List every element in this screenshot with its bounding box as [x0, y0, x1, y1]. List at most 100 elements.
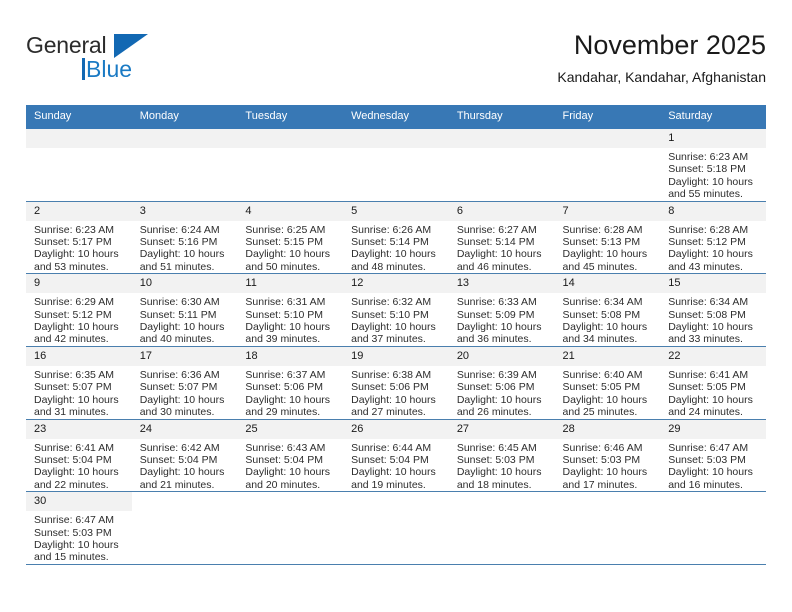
calendar-cell-inner: 24 Sunrise: 6:42 AM Sunset: 5:04 PM Dayligh…: [131, 419, 238, 492]
day-sun-info: Sunrise: 6:23 AM Sunset: 5:18 PM Daylight:…: [660, 148, 766, 201]
calendar-cell-day[interactable]: 26 Sunrise: 6:44 AM Sunset: 5:04 PM Dayligh…: [343, 418, 449, 493]
day-sun-info: Sunrise: 6:42 AM Sunset: 5:04 PM Daylight:…: [132, 439, 238, 492]
calendar-cell-day[interactable]: 30 Sunrise: 6:47 AM Sunset: 5:03 PM Dayligh…: [26, 491, 132, 565]
weekday-header-wednesday: Wednesday: [343, 105, 449, 129]
day-daylight2-text: and 29 minutes.: [245, 406, 321, 419]
day-number: 20: [448, 346, 555, 366]
calendar-cell-inner: 4 Sunrise: 6:25 AM Sunset: 5:15 PM Daylight…: [237, 201, 344, 274]
calendar-cell-day[interactable]: 5 Sunrise: 6:26 AM Sunset: 5:14 PM Daylight…: [343, 200, 449, 275]
day-daylight1-text: Daylight: 10 hours: [562, 466, 648, 479]
day-sunrise-text: Sunrise: 6:41 AM: [668, 368, 749, 381]
day-daylight2-text: and 46 minutes.: [456, 260, 532, 273]
day-number: [26, 129, 132, 148]
calendar-cell-day[interactable]: 3 Sunrise: 6:24 AM Sunset: 5:16 PM Daylight…: [131, 200, 238, 275]
day-daylight2-text: and 55 minutes.: [668, 188, 743, 201]
calendar-cell-empty: [237, 128, 344, 202]
calendar-cell-day[interactable]: 14 Sunrise: 6:34 AM Sunset: 5:08 PM Dayligh…: [554, 273, 661, 347]
calendar-cell-day[interactable]: 6 Sunrise: 6:27 AM Sunset: 5:14 PM Daylight…: [448, 200, 555, 275]
general-blue-logo[interactable]: General Blue: [26, 32, 226, 94]
calendar-cell-day[interactable]: 22 Sunrise: 6:41 AM Sunset: 5:05 PM Dayligh…: [660, 345, 766, 420]
day-sunset-text: Sunset: 5:03 PM: [34, 526, 112, 539]
day-sunrise-text: Sunrise: 6:36 AM: [139, 368, 220, 381]
calendar-cell-day[interactable]: 2 Sunrise: 6:23 AM Sunset: 5:17 PM Daylight…: [26, 200, 132, 275]
calendar-cell-day[interactable]: 17 Sunrise: 6:36 AM Sunset: 5:07 PM Dayligh…: [131, 345, 238, 420]
day-sunrise-text: Sunrise: 6:45 AM: [456, 441, 537, 454]
day-sunrise-text: Sunrise: 6:38 AM: [351, 368, 432, 381]
weekday-header-friday: Friday: [554, 105, 661, 129]
day-number: [343, 129, 449, 148]
day-number: [448, 129, 555, 148]
day-number: [660, 492, 766, 511]
calendar-cell-inner: 8 Sunrise: 6:28 AM Sunset: 5:12 PM Daylight…: [660, 201, 766, 274]
calendar-cell-day[interactable]: 20 Sunrise: 6:39 AM Sunset: 5:06 PM Dayligh…: [448, 345, 555, 420]
calendar-cell-empty: [343, 491, 449, 565]
day-number: 27: [448, 419, 555, 439]
day-daylight2-text: and 24 minutes.: [668, 406, 743, 419]
day-sunrise-text: Sunrise: 6:44 AM: [351, 441, 432, 454]
day-sun-info: Sunrise: 6:41 AM Sunset: 5:04 PM Daylight:…: [26, 439, 132, 492]
day-daylight1-text: Daylight: 10 hours: [668, 393, 753, 406]
day-sunset-text: Sunset: 5:08 PM: [668, 308, 746, 321]
calendar-cell-day[interactable]: 23 Sunrise: 6:41 AM Sunset: 5:04 PM Dayligh…: [26, 418, 132, 493]
day-daylight2-text: and 27 minutes.: [351, 406, 426, 419]
calendar-cell-day[interactable]: 9 Sunrise: 6:29 AM Sunset: 5:12 PM Daylight…: [26, 273, 132, 347]
calendar-cell-day[interactable]: 10 Sunrise: 6:30 AM Sunset: 5:11 PM Dayligh…: [131, 273, 238, 347]
day-sunrise-text: Sunrise: 6:32 AM: [351, 296, 432, 309]
day-sunrise-text: Sunrise: 6:42 AM: [139, 441, 220, 454]
day-daylight2-text: and 53 minutes.: [34, 260, 109, 273]
calendar-cell-day[interactable]: 29 Sunrise: 6:47 AM Sunset: 5:03 PM Dayligh…: [660, 418, 766, 493]
day-number: 23: [26, 419, 132, 439]
day-sun-info: Sunrise: 6:40 AM Sunset: 5:05 PM Daylight:…: [555, 366, 661, 419]
day-daylight2-text: and 43 minutes.: [668, 260, 743, 273]
calendar-cell-day[interactable]: 4 Sunrise: 6:25 AM Sunset: 5:15 PM Daylight…: [237, 200, 344, 275]
day-daylight1-text: Daylight: 10 hours: [245, 393, 331, 406]
day-number: 4: [237, 201, 344, 221]
calendar-cell-day[interactable]: 8 Sunrise: 6:28 AM Sunset: 5:12 PM Daylight…: [660, 200, 766, 275]
weekday-header-saturday: Saturday: [660, 105, 766, 129]
day-number: [343, 492, 449, 511]
calendar-cell-inner: 18 Sunrise: 6:37 AM Sunset: 5:06 PM Dayligh…: [237, 346, 344, 419]
calendar-cell-inner: [660, 492, 766, 564]
calendar-cell-day[interactable]: 19 Sunrise: 6:38 AM Sunset: 5:06 PM Dayligh…: [343, 345, 449, 420]
day-sunrise-text: Sunrise: 6:43 AM: [245, 441, 326, 454]
calendar-cell-inner: 30 Sunrise: 6:47 AM Sunset: 5:03 PM Dayligh…: [26, 492, 132, 564]
calendar-cell-day[interactable]: 11 Sunrise: 6:31 AM Sunset: 5:10 PM Dayligh…: [237, 273, 344, 347]
calendar-cell-day[interactable]: 16 Sunrise: 6:35 AM Sunset: 5:07 PM Dayligh…: [26, 345, 132, 420]
day-daylight2-text: and 31 minutes.: [34, 406, 109, 419]
calendar-cell-day[interactable]: 21 Sunrise: 6:40 AM Sunset: 5:05 PM Dayligh…: [554, 345, 661, 420]
calendar-cell-day[interactable]: 18 Sunrise: 6:37 AM Sunset: 5:06 PM Dayligh…: [237, 345, 344, 420]
day-number: 11: [237, 274, 344, 294]
calendar-cell-day[interactable]: 28 Sunrise: 6:46 AM Sunset: 5:03 PM Dayligh…: [554, 418, 661, 493]
day-daylight1-text: Daylight: 10 hours: [668, 175, 753, 188]
day-sunset-text: Sunset: 5:05 PM: [668, 381, 746, 394]
day-sun-info: Sunrise: 6:47 AM Sunset: 5:03 PM Daylight:…: [26, 511, 132, 564]
calendar-cell-day[interactable]: 1 Sunrise: 6:23 AM Sunset: 5:18 PM Daylight…: [660, 128, 766, 202]
day-daylight2-text: and 19 minutes.: [351, 478, 426, 491]
calendar-cell-day[interactable]: 7 Sunrise: 6:28 AM Sunset: 5:13 PM Daylight…: [554, 200, 661, 275]
day-sunset-text: Sunset: 5:14 PM: [351, 236, 429, 249]
day-sun-info: Sunrise: 6:34 AM Sunset: 5:08 PM Daylight:…: [660, 293, 766, 346]
day-daylight1-text: Daylight: 10 hours: [245, 321, 331, 334]
calendar-cell-day[interactable]: 13 Sunrise: 6:33 AM Sunset: 5:09 PM Dayligh…: [448, 273, 555, 347]
calendar-cell-day[interactable]: 25 Sunrise: 6:43 AM Sunset: 5:04 PM Dayligh…: [237, 418, 344, 493]
logo-text-blue: Blue: [86, 56, 133, 82]
day-number: 15: [660, 274, 766, 294]
calendar-cell-day[interactable]: 15 Sunrise: 6:34 AM Sunset: 5:08 PM Dayligh…: [660, 273, 766, 347]
day-sunset-text: Sunset: 5:18 PM: [668, 163, 746, 176]
calendar-cell-empty: [131, 128, 238, 202]
day-daylight2-text: and 45 minutes.: [562, 260, 638, 273]
day-number: 1: [660, 129, 766, 148]
day-sunset-text: Sunset: 5:10 PM: [245, 308, 324, 321]
day-number: 7: [554, 201, 661, 221]
calendar-cell-day[interactable]: 12 Sunrise: 6:32 AM Sunset: 5:10 PM Dayligh…: [343, 273, 449, 347]
day-daylight2-text: and 34 minutes.: [562, 333, 638, 346]
calendar-cell-day[interactable]: 27 Sunrise: 6:45 AM Sunset: 5:03 PM Dayligh…: [448, 418, 555, 493]
day-sun-info: Sunrise: 6:30 AM Sunset: 5:11 PM Daylight:…: [132, 293, 238, 346]
calendar-cell-day[interactable]: 24 Sunrise: 6:42 AM Sunset: 5:04 PM Dayligh…: [131, 418, 238, 493]
calendar-cell-inner: [237, 129, 344, 201]
day-sunrise-text: Sunrise: 6:27 AM: [456, 223, 537, 236]
calendar-cell-inner: [555, 492, 661, 564]
calendar-cell-inner: 27 Sunrise: 6:45 AM Sunset: 5:03 PM Dayligh…: [448, 419, 555, 492]
calendar-cell-inner: 29 Sunrise: 6:47 AM Sunset: 5:03 PM Dayligh…: [660, 419, 766, 492]
day-daylight2-text: and 20 minutes.: [245, 478, 321, 491]
